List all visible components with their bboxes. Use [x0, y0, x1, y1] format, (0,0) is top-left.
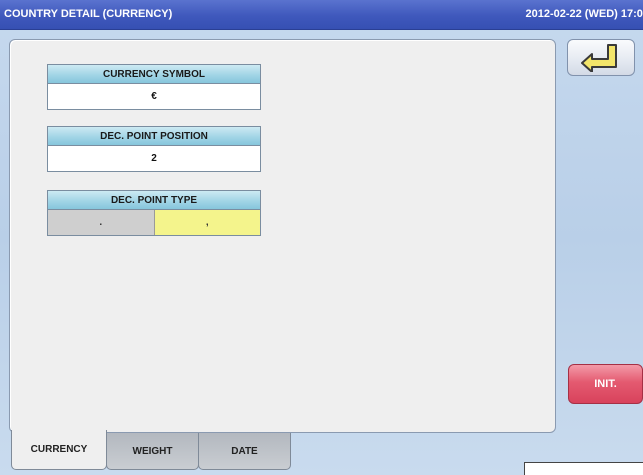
return-arrow-icon [581, 43, 617, 72]
dec-point-type-option-period[interactable]: . [48, 210, 155, 235]
dec-point-type-option-comma[interactable]: , [154, 210, 260, 235]
datetime-display: 2012-02-22 (WED) 17:02 [525, 8, 643, 20]
dec-point-type-label: DEC. POINT TYPE [48, 191, 260, 210]
dec-point-type-field: DEC. POINT TYPE . , [47, 190, 261, 236]
title-bar: COUNTRY DETAIL (CURRENCY) 2012-02-22 (WE… [0, 0, 643, 30]
currency-symbol-field[interactable]: CURRENCY SYMBOL € [47, 64, 261, 110]
content-panel: CURRENCY SYMBOL € DEC. POINT POSITION 2 … [9, 39, 556, 433]
currency-symbol-label: CURRENCY SYMBOL [48, 65, 260, 84]
dec-point-type-options: . , [48, 210, 260, 235]
tab-currency[interactable]: CURRENCY [11, 430, 107, 470]
dec-point-position-field[interactable]: DEC. POINT POSITION 2 [47, 126, 261, 172]
tab-weight[interactable]: WEIGHT [106, 433, 199, 470]
currency-symbol-value[interactable]: € [48, 84, 260, 109]
dec-point-position-value[interactable]: 2 [48, 146, 260, 171]
status-box [524, 462, 643, 475]
dec-point-position-label: DEC. POINT POSITION [48, 127, 260, 146]
tab-date[interactable]: DATE [198, 433, 291, 470]
init-button[interactable]: INIT. [568, 364, 643, 404]
window-title: COUNTRY DETAIL (CURRENCY) [4, 8, 173, 20]
back-button[interactable] [567, 39, 635, 76]
